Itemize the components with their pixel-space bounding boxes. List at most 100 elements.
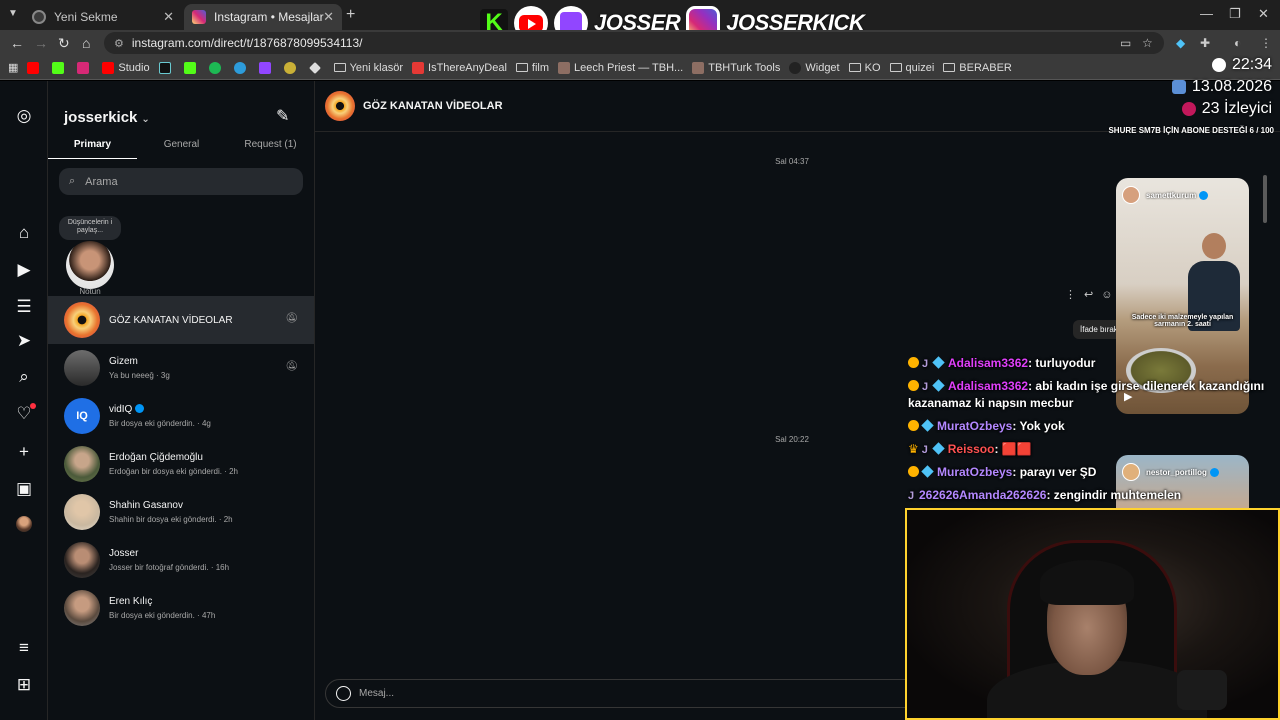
note-bubble[interactable]: Düşüncelerin i paylaş...	[59, 216, 121, 240]
conversation-item[interactable]: Shahin Gasanov Shahin bir dosya eki gönde…	[48, 488, 314, 536]
create-plus-icon[interactable]: +	[14, 442, 34, 462]
bookmark-tiktok[interactable]	[158, 61, 175, 74]
message-timestamp: Sal 20:22	[775, 435, 809, 444]
chat-header[interactable]: GÖZ KANATAN VİDEOLAR	[315, 81, 1280, 132]
home-icon[interactable]: ⌂	[14, 223, 34, 243]
threads-apps-icon[interactable]: ⊞	[14, 675, 34, 695]
maximize-icon[interactable]: ❐	[1229, 6, 1241, 22]
bookmark-folder-beraber[interactable]: BERABER	[943, 62, 1012, 74]
chat-text: turluyodur	[1035, 356, 1096, 370]
note-label: Notun	[79, 287, 101, 296]
reply-icon[interactable]: ↩	[1084, 288, 1093, 301]
sub-badge-icon	[908, 357, 919, 368]
j-badge-icon: J	[922, 358, 929, 370]
notifications-heart-icon[interactable]: ♡	[14, 403, 36, 424]
profile-avatar[interactable]	[16, 516, 32, 532]
react-emoji-icon[interactable]: ☺	[1101, 289, 1112, 301]
tab-search-icon[interactable]: ▼	[8, 8, 18, 19]
site-info-icon[interactable]: ⚙	[114, 37, 124, 50]
conversation-name: GÖZ KANATAN VİDEOLAR	[109, 314, 233, 326]
emoji-icon[interactable]	[336, 686, 351, 701]
tab-new-tab[interactable]: Yeni Sekme ✕	[24, 4, 182, 30]
profile-icon[interactable]: ◐	[1234, 36, 1241, 50]
menu-dots-icon[interactable]: ⋮	[1260, 36, 1272, 50]
tab-primary[interactable]: Primary	[48, 133, 137, 159]
bookmark-tbhturk-tools[interactable]: TBHTurk Tools	[692, 61, 780, 74]
conversation-item[interactable]: Josser Josser bir fotoğraf gönderdi. · 16…	[48, 536, 314, 584]
globe-icon	[32, 10, 46, 24]
bookmark-instagram[interactable]	[77, 61, 93, 74]
apps-icon[interactable]: ▦	[8, 61, 18, 74]
bookmark-kick[interactable]	[52, 61, 68, 74]
bookmark-isthereanydeal[interactable]: IsThereAnyDeal	[412, 61, 507, 74]
extension-icon[interactable]: ◆	[1176, 36, 1185, 50]
conversation-preview: Shahin bir dosya eki gönderdi. · 2h	[109, 515, 233, 524]
chat-scrollbar[interactable]	[1263, 175, 1267, 223]
forward-icon[interactable]: →	[34, 35, 48, 51]
bookmark-studio[interactable]: Studio	[102, 61, 150, 74]
group-avatar	[325, 91, 355, 121]
new-tab-button[interactable]: +	[346, 6, 355, 24]
message-actions: ⋮ ↩ ☺	[1065, 288, 1112, 302]
bookmark-steam[interactable]	[283, 61, 300, 74]
conversation-item[interactable]: Eren Kılıç Bir dosya eki gönderdin. · 47h	[48, 584, 314, 632]
bookmark-diamond[interactable]	[308, 61, 325, 74]
bookmark-folder-film[interactable]: film	[515, 62, 549, 74]
sub-badge-icon	[908, 420, 919, 431]
bookmark-folder-yeni-klasor[interactable]: Yeni klasör	[333, 62, 403, 74]
bookmark-youtube[interactable]	[27, 61, 43, 74]
reload-icon[interactable]: ↻	[58, 35, 70, 52]
tab-label: Yeni Sekme	[54, 10, 118, 24]
search-input[interactable]: ⌕ Arama	[59, 168, 303, 195]
minimize-icon[interactable]: —	[1200, 6, 1213, 21]
extensions-puzzle-icon[interactable]: ✚	[1200, 36, 1210, 50]
dashboard-icon[interactable]: ▣	[14, 479, 34, 499]
instagram-logo-icon[interactable]: ◎	[14, 106, 34, 126]
cast-icon[interactable]: ▭	[1120, 36, 1131, 50]
bookmark-edge[interactable]	[233, 61, 250, 74]
more-menu-icon[interactable]: ≡	[14, 638, 34, 658]
home-icon[interactable]: ⌂	[82, 35, 90, 51]
calendar-icon	[1171, 80, 1186, 94]
stream-chat-message: MuratOzbeys: Yok yok	[908, 418, 1276, 435]
chat-username: Adalisam3362	[948, 356, 1029, 370]
close-icon[interactable]: ✕	[163, 9, 174, 25]
search-icon[interactable]: ⌕	[14, 367, 34, 387]
window-close-icon[interactable]: ✕	[1258, 6, 1269, 22]
conversation-item[interactable]: IQ vidIQ Bir dosya eki gönderdin. · 4g	[48, 392, 314, 440]
inbox-panel: josserkick ⌄ ✎ Primary General Request (1…	[48, 81, 315, 720]
reels-icon[interactable]: ▶	[14, 260, 34, 280]
conversation-item[interactable]: Gizem Ya bu neeeğ · 3g 🔕︎	[48, 344, 314, 392]
chat-username: MuratOzbeys	[937, 419, 1013, 433]
instagram-favicon-icon	[192, 10, 206, 24]
back-icon[interactable]: ←	[10, 35, 24, 51]
search-placeholder: Arama	[85, 175, 118, 188]
url-text: instagram.com/direct/t/1876878099534113/	[131, 36, 363, 50]
diamond-badge-icon	[921, 419, 934, 432]
bookmark-folder-ko[interactable]: KO	[848, 62, 881, 74]
messages-icon[interactable]: ➤	[14, 331, 34, 351]
bookmark-star-icon[interactable]: ☆	[1142, 36, 1153, 50]
stream-info-overlay: 22:34 13.08.2026 23 İzleyici	[1171, 54, 1272, 120]
tab-requests[interactable]: Request (1)	[226, 133, 315, 159]
tab-instagram[interactable]: Instagram • Mesajlar ✕	[184, 4, 342, 30]
more-options-icon[interactable]: ⋮	[1065, 288, 1076, 301]
close-icon[interactable]: ✕	[323, 9, 334, 25]
bookmark-kick-2[interactable]	[183, 61, 200, 74]
conversation-preview: Ya bu neeeğ · 3g	[109, 371, 170, 380]
bookmark-leech-priest[interactable]: Leech Priest — TBH...	[558, 61, 683, 74]
bookmark-twitch[interactable]	[258, 61, 275, 74]
bookmark-folder-quizei[interactable]: quizei	[889, 62, 934, 74]
feed-icon[interactable]: ☰	[14, 297, 34, 317]
chat-text: Yok yok	[1019, 419, 1065, 433]
conversation-item[interactable]: Erdoğan Çiğdemoğlu Erdoğan bir dosya eki …	[48, 440, 314, 488]
diamond-badge-icon	[932, 356, 945, 369]
tab-general[interactable]: General	[137, 133, 226, 159]
account-switcher[interactable]: josserkick ⌄	[64, 109, 150, 126]
bookmark-widget[interactable]: Widget	[789, 61, 840, 74]
conversation-item[interactable]: GÖZ KANATAN VİDEOLAR 🔕︎	[48, 296, 314, 344]
note-avatar[interactable]	[66, 241, 114, 289]
compose-message-icon[interactable]: ✎	[276, 106, 289, 126]
bookmark-spotify[interactable]	[208, 61, 225, 74]
address-bar[interactable]: ⚙ instagram.com/direct/t/187687809953411…	[104, 32, 1164, 54]
